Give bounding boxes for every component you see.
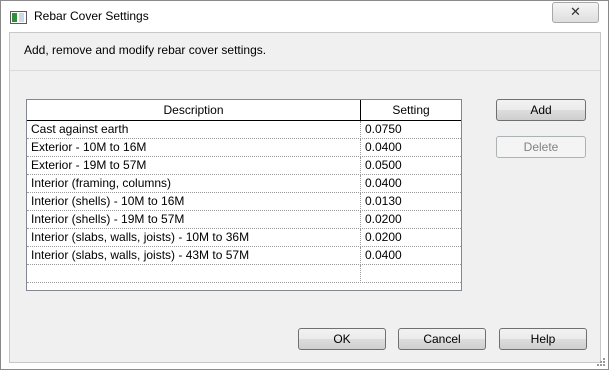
table-row[interactable]: Interior (shells) - 10M to 16M 0.0130: [27, 193, 461, 211]
table-row[interactable]: Cast against earth 0.0750: [27, 121, 461, 139]
setting-cell[interactable]: 0.0130: [361, 193, 461, 211]
setting-cell[interactable]: 0.0200: [361, 229, 461, 247]
description-cell[interactable]: Interior (slabs, walls, joists) - 10M to…: [27, 229, 361, 247]
table-row[interactable]: Interior (shells) - 19M to 57M 0.0200: [27, 211, 461, 229]
table-row[interactable]: [27, 265, 461, 283]
title-bar: Rebar Cover Settings ✕: [1, 1, 608, 32]
description-cell[interactable]: [27, 265, 361, 283]
setting-cell[interactable]: 0.0200: [361, 211, 461, 229]
setting-cell[interactable]: 0.0500: [361, 157, 461, 175]
header-separator: [10, 70, 600, 71]
help-button[interactable]: Help: [499, 328, 587, 350]
ok-button[interactable]: OK: [298, 328, 386, 350]
cancel-button[interactable]: Cancel: [398, 328, 486, 350]
setting-cell[interactable]: 0.0400: [361, 139, 461, 157]
table-row[interactable]: Exterior - 19M to 57M 0.0500: [27, 157, 461, 175]
table-row[interactable]: Interior (slabs, walls, joists) - 10M to…: [27, 229, 461, 247]
close-button[interactable]: ✕: [552, 2, 599, 23]
window-icon: [10, 11, 27, 24]
column-header-description[interactable]: Description: [27, 100, 361, 120]
add-button[interactable]: Add: [496, 99, 586, 121]
close-icon: ✕: [570, 5, 581, 20]
column-header-setting[interactable]: Setting: [361, 100, 461, 120]
setting-cell[interactable]: [361, 265, 461, 283]
description-cell[interactable]: Interior (framing, columns): [27, 175, 361, 193]
dialog-content: Add, remove and modify rebar cover setti…: [9, 32, 601, 363]
description-cell[interactable]: Exterior - 19M to 57M: [27, 157, 361, 175]
rebar-cover-table[interactable]: Description Setting Cast against earth 0.…: [26, 99, 462, 291]
setting-cell[interactable]: 0.0400: [361, 247, 461, 265]
resize-grip-icon[interactable]: [595, 356, 605, 366]
table-row[interactable]: Exterior - 10M to 16M 0.0400: [27, 139, 461, 157]
setting-cell[interactable]: 0.0750: [361, 121, 461, 139]
instructions-text: Add, remove and modify rebar cover setti…: [24, 43, 267, 57]
table-row[interactable]: Interior (slabs, walls, joists) - 43M to…: [27, 247, 461, 265]
dialog-window: Rebar Cover Settings ✕ Add, remove and m…: [0, 0, 609, 370]
description-cell[interactable]: Interior (slabs, walls, joists) - 43M to…: [27, 247, 361, 265]
window-title: Rebar Cover Settings: [34, 9, 149, 23]
table-header: Description Setting: [27, 100, 461, 121]
description-cell[interactable]: Exterior - 10M to 16M: [27, 139, 361, 157]
description-cell[interactable]: Interior (shells) - 10M to 16M: [27, 193, 361, 211]
table-row[interactable]: Interior (framing, columns) 0.0400: [27, 175, 461, 193]
setting-cell[interactable]: 0.0400: [361, 175, 461, 193]
description-cell[interactable]: Cast against earth: [27, 121, 361, 139]
table-body: Cast against earth 0.0750 Exterior - 10M t…: [27, 121, 461, 283]
description-cell[interactable]: Interior (shells) - 19M to 57M: [27, 211, 361, 229]
delete-button[interactable]: Delete: [496, 136, 586, 158]
